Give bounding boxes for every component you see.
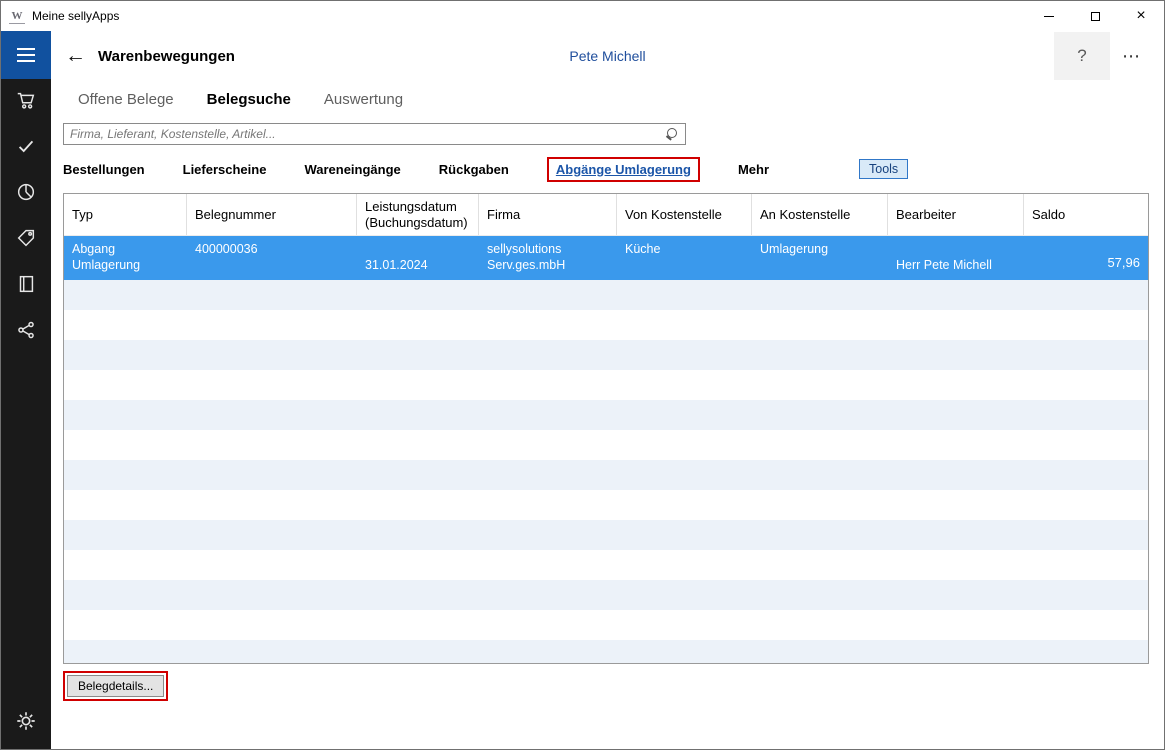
sidebar-item-journal[interactable] [1, 263, 51, 309]
sidebar-item-settings[interactable] [1, 703, 51, 749]
filter-abgaenge-umlagerung[interactable]: Abgänge Umlagerung [556, 162, 691, 177]
back-button[interactable]: ← [65, 44, 95, 68]
settings-gear-icon [15, 710, 37, 737]
book-icon [15, 273, 37, 300]
tools-button[interactable]: Tools [859, 159, 908, 179]
maximize-button[interactable] [1072, 1, 1118, 31]
footer-row: Belegdetails... [63, 671, 1152, 701]
filter-rueckgaben[interactable]: Rückgaben [439, 162, 509, 177]
search-box [63, 123, 686, 145]
column-header-belegnummer[interactable]: Belegnummer [187, 194, 357, 235]
annotation-box-abgaenge-umlagerung: Abgänge Umlagerung [547, 157, 700, 182]
sidebar-spacer [1, 355, 51, 703]
window-title: Meine sellyApps [32, 9, 119, 23]
titlebar: W Meine sellyApps × [1, 1, 1164, 31]
tab-belegsuche[interactable]: Belegsuche [207, 91, 291, 108]
sidebar-item-tasks[interactable] [1, 125, 51, 171]
close-button[interactable]: × [1118, 1, 1164, 31]
column-header-bearbeiter[interactable]: Bearbeiter [888, 194, 1024, 235]
filter-mehr[interactable]: Mehr [738, 162, 769, 177]
sidebar-item-cart[interactable] [1, 79, 51, 125]
page-title: Warenbewegungen [98, 48, 235, 65]
column-header-an-kostenstelle[interactable]: An Kostenstelle [752, 194, 888, 235]
column-header-typ[interactable]: Typ [64, 194, 187, 235]
search-input[interactable] [64, 125, 664, 143]
table-header-row: Typ Belegnummer Leistungsdatum (Buchungs… [64, 194, 1148, 236]
help-button[interactable]: ? [1054, 32, 1110, 80]
hamburger-menu-button[interactable] [1, 31, 51, 79]
filter-bestellungen[interactable]: Bestellungen [63, 162, 145, 177]
page-header: ← Warenbewegungen Pete Michell ? ⋯ [51, 31, 1164, 81]
sidebar-item-articles[interactable] [1, 217, 51, 263]
share-network-icon [15, 319, 37, 346]
tab-auswertung[interactable]: Auswertung [324, 91, 403, 108]
sidebar-item-share[interactable] [1, 309, 51, 355]
cart-icon [15, 89, 37, 116]
belegdetails-button[interactable]: Belegdetails... [67, 675, 164, 697]
search-icon[interactable] [664, 126, 680, 142]
maximize-icon [1091, 12, 1100, 21]
search-row [63, 123, 1152, 145]
hamburger-icon [17, 48, 35, 50]
filter-bar: Bestellungen Lieferscheine Wareneingänge… [63, 154, 1152, 184]
tab-offene-belege[interactable]: Offene Belege [78, 91, 174, 108]
documents-table: Typ Belegnummer Leistungsdatum (Buchungs… [63, 193, 1149, 664]
filter-lieferscheine[interactable]: Lieferscheine [183, 162, 267, 177]
app-window: W Meine sellyApps × [0, 0, 1165, 750]
app-logo-icon: W [9, 8, 25, 24]
column-header-saldo[interactable]: Saldo [1024, 194, 1148, 235]
column-header-firma[interactable]: Firma [479, 194, 617, 235]
filter-wareneingaenge[interactable]: Wareneingänge [304, 162, 400, 177]
window-controls: × [1026, 1, 1164, 31]
annotation-box-belegdetails: Belegdetails... [63, 671, 168, 701]
tab-bar: Offene Belege Belegsuche Auswertung [51, 81, 1164, 108]
content-area: ← Warenbewegungen Pete Michell ? ⋯ Offen… [51, 31, 1164, 749]
minimize-button[interactable] [1026, 1, 1072, 31]
check-icon [15, 135, 37, 162]
sidebar [1, 31, 51, 749]
table-empty-rows [64, 280, 1148, 663]
more-options-button[interactable]: ⋯ [1110, 32, 1154, 80]
column-header-von-kostenstelle[interactable]: Von Kostenstelle [617, 194, 752, 235]
table-row-selected[interactable]: Abgang Umlagerung 400000036 31.01.2024 0… [64, 236, 1148, 280]
minimize-icon [1044, 16, 1054, 17]
column-header-leistungsdatum[interactable]: Leistungsdatum (Buchungsdatum) [357, 194, 479, 235]
close-icon: × [1136, 8, 1145, 24]
tag-icon [15, 227, 37, 254]
sidebar-item-reports[interactable] [1, 171, 51, 217]
pie-chart-icon [15, 181, 37, 208]
